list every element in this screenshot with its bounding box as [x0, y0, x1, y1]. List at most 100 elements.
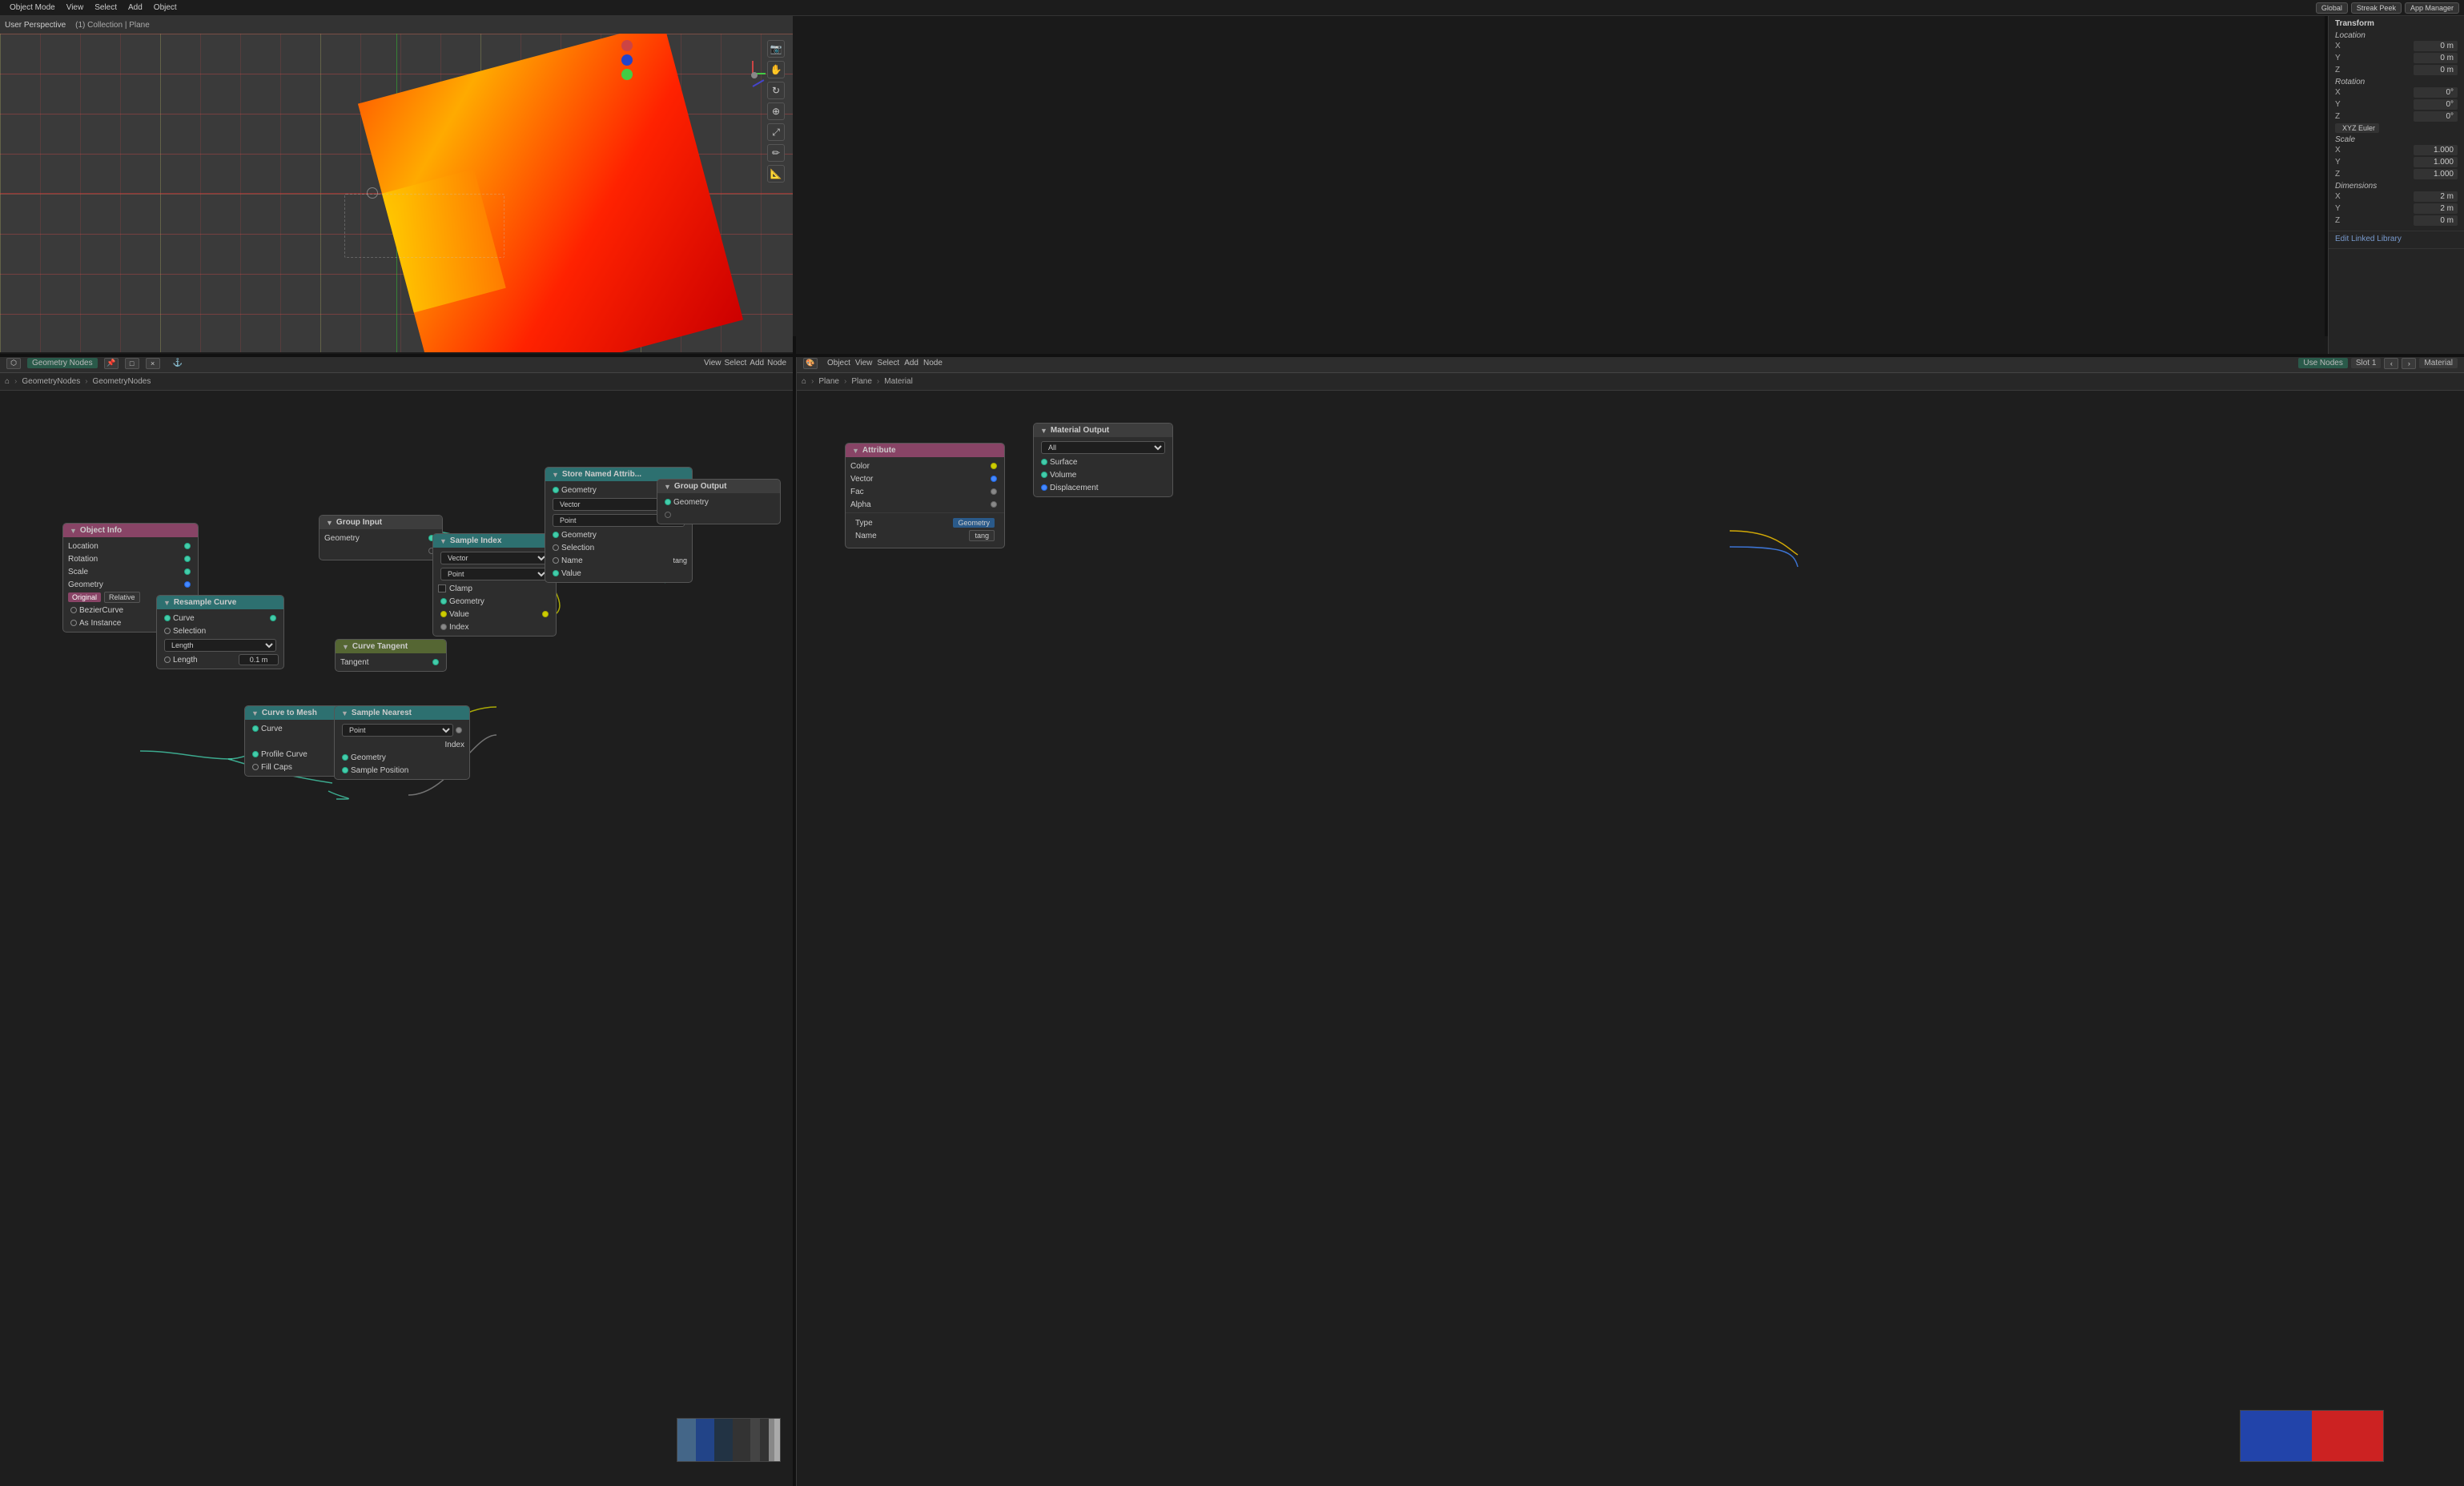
attr-type-value[interactable]: Geometry: [953, 518, 995, 528]
mat-node-menu[interactable]: Node: [923, 359, 943, 367]
node-group-input[interactable]: ▼ Group Input Geometry: [319, 515, 443, 560]
ne-select-menu[interactable]: Select: [725, 359, 747, 367]
mat-canvas[interactable]: ▼ Attribute Color Vector Fac Alpha: [797, 391, 2464, 1486]
dim-y-value[interactable]: 2 m: [2414, 203, 2458, 214]
vp-camera-icon[interactable]: 📷: [767, 40, 785, 58]
collapse-arrow[interactable]: ▼: [70, 527, 77, 535]
mat-view-menu[interactable]: View: [855, 359, 873, 367]
menu-object[interactable]: Object: [149, 2, 182, 13]
breadcrumb-geonodes2[interactable]: GeometryNodes: [93, 377, 151, 386]
mat-breadcrumb-plane1[interactable]: Plane: [818, 377, 839, 386]
vp-annotate-icon[interactable]: ✏: [767, 144, 785, 162]
ne-editor-type-icon[interactable]: ⬡: [6, 358, 21, 369]
scale-y-value[interactable]: 1.000: [2414, 157, 2458, 167]
ne-node-menu[interactable]: Node: [767, 359, 786, 367]
sample-idx-vec-dropdown[interactable]: Vector Float: [440, 552, 549, 564]
collapse-arrow-6[interactable]: ▼: [251, 709, 259, 717]
swatch-blue[interactable]: [2241, 1411, 2312, 1461]
mat-object-menu[interactable]: Object: [827, 359, 850, 367]
relative-btn[interactable]: Relative: [104, 592, 140, 603]
swatch-red[interactable]: [2312, 1411, 2383, 1461]
collapse-arrow-mo[interactable]: ▼: [1040, 427, 1047, 435]
mat-breadcrumb-plane2[interactable]: Plane: [851, 377, 872, 386]
ne-anchor-icon[interactable]: ⚓: [173, 359, 183, 367]
vp-scale-icon[interactable]: ⊕: [767, 102, 785, 120]
node-sample-index[interactable]: ▼ Sample Index Vector Float Point Edge: [432, 533, 557, 637]
vp-transform-icon[interactable]: ⤢: [767, 123, 785, 141]
menu-view[interactable]: View: [62, 2, 89, 13]
collapse-arrow-4[interactable]: ▼: [342, 643, 349, 651]
mat-select-menu[interactable]: Select: [877, 359, 899, 367]
mo-all-dropdown[interactable]: All: [1041, 441, 1165, 454]
collapse-arrow-2[interactable]: ▼: [163, 599, 171, 607]
attr-type-label: Type: [855, 519, 953, 528]
collapse-arrow-7[interactable]: ▼: [341, 709, 348, 717]
resample-mode-dropdown[interactable]: Length Count: [164, 639, 276, 652]
scale-z-value[interactable]: 1.000: [2414, 169, 2458, 179]
clamp-checkbox[interactable]: [438, 584, 446, 592]
sna-geo2-in: [553, 532, 559, 538]
ne-workspace-label[interactable]: Geometry Nodes: [27, 358, 98, 368]
node-curve-tangent[interactable]: ▼ Curve Tangent Tangent: [335, 639, 447, 672]
vp-measure-icon[interactable]: 📐: [767, 165, 785, 183]
breadcrumb-geonodes1[interactable]: GeometryNodes: [22, 377, 80, 386]
sn-point-dropdown[interactable]: Point Edge: [342, 724, 453, 737]
node-attribute[interactable]: ▼ Attribute Color Vector Fac Alpha: [845, 443, 1005, 548]
app-manager-btn[interactable]: App Manager: [2405, 2, 2459, 14]
collapse-arrow-3[interactable]: ▼: [326, 519, 333, 527]
loc-z-value[interactable]: 0 m: [2414, 65, 2458, 75]
mat-add-menu[interactable]: Add: [904, 359, 918, 367]
sna-name-label: Name: [561, 556, 669, 565]
collapse-arrow-9[interactable]: ▼: [664, 483, 671, 491]
mat-use-nodes-btn[interactable]: Use Nodes: [2298, 358, 2347, 368]
vp-rotate-icon[interactable]: ↻: [767, 82, 785, 99]
loc-y-value[interactable]: 0 m: [2414, 53, 2458, 63]
original-btn[interactable]: Original: [68, 592, 101, 602]
mat-slot-prev-icon[interactable]: ‹: [2384, 358, 2398, 369]
node-sample-nearest[interactable]: ▼ Sample Nearest Point Edge Index Geomet…: [334, 705, 470, 780]
node-material-output[interactable]: ▼ Material Output All Surface Volume: [1033, 423, 1173, 497]
menu-add[interactable]: Add: [123, 2, 147, 13]
viewport-canvas[interactable]: [0, 34, 793, 352]
collapse-arrow-attr[interactable]: ▼: [852, 447, 859, 455]
global-btn[interactable]: Global: [2316, 2, 2348, 14]
rot-x-value[interactable]: 0°: [2414, 87, 2458, 98]
node-mat-output-body: All Surface Volume Displacement: [1034, 437, 1172, 496]
ne-scene-icon[interactable]: □: [125, 358, 139, 369]
dimensions-heading: Dimensions: [2335, 182, 2458, 191]
rot-y-value[interactable]: 0°: [2414, 99, 2458, 110]
ne-view-menu[interactable]: View: [704, 359, 722, 367]
mat-material-label[interactable]: Material: [2419, 358, 2458, 368]
scale-x-value[interactable]: 1.000: [2414, 145, 2458, 155]
node-group-input-title: Group Input: [336, 518, 382, 527]
ne-close-icon[interactable]: ×: [146, 358, 160, 369]
menu-object-mode[interactable]: Object Mode: [5, 2, 60, 13]
rot-z-value[interactable]: 0°: [2414, 111, 2458, 122]
mat-breadcrumb-material[interactable]: Material: [884, 377, 913, 386]
mat-editor-type-icon[interactable]: 🎨: [803, 358, 818, 369]
node-resample-curve[interactable]: ▼ Resample Curve Curve Selection Length …: [156, 595, 284, 669]
node-group-output[interactable]: ▼ Group Output Geometry: [657, 479, 781, 524]
breadcrumb-home[interactable]: ⌂: [5, 377, 10, 386]
rotation-type-value[interactable]: XYZ Euler: [2335, 123, 2379, 133]
attr-name-value[interactable]: tang: [969, 530, 995, 541]
menu-select[interactable]: Select: [90, 2, 122, 13]
streak-peek-btn[interactable]: Streak Peek: [2351, 2, 2402, 14]
cp-gray2: [774, 1419, 780, 1461]
edit-linked-label[interactable]: Edit Linked Library: [2335, 235, 2402, 243]
dim-z-value[interactable]: 0 m: [2414, 215, 2458, 226]
mat-slot-next-icon[interactable]: ›: [2402, 358, 2416, 369]
mat-slot-label[interactable]: Slot 1: [2351, 358, 2382, 368]
vp-move-icon[interactable]: ✋: [767, 61, 785, 78]
loc-x-value[interactable]: 0 m: [2414, 41, 2458, 51]
mat-breadcrumb-home[interactable]: ⌂: [802, 377, 806, 386]
dim-x-value[interactable]: 2 m: [2414, 191, 2458, 202]
collapse-arrow-5[interactable]: ▼: [440, 537, 447, 545]
axes-widget[interactable]: [737, 58, 769, 90]
ne-pin-icon[interactable]: 📌: [104, 358, 119, 369]
collapse-arrow-8[interactable]: ▼: [552, 471, 559, 479]
node-canvas[interactable]: ▼ Object Info Location Rotation Scale Ge…: [0, 391, 793, 1486]
resample-len-value[interactable]: 0.1 m: [239, 654, 279, 665]
ne-add-menu[interactable]: Add: [750, 359, 764, 367]
sample-idx-point-dropdown[interactable]: Point Edge: [440, 568, 549, 580]
